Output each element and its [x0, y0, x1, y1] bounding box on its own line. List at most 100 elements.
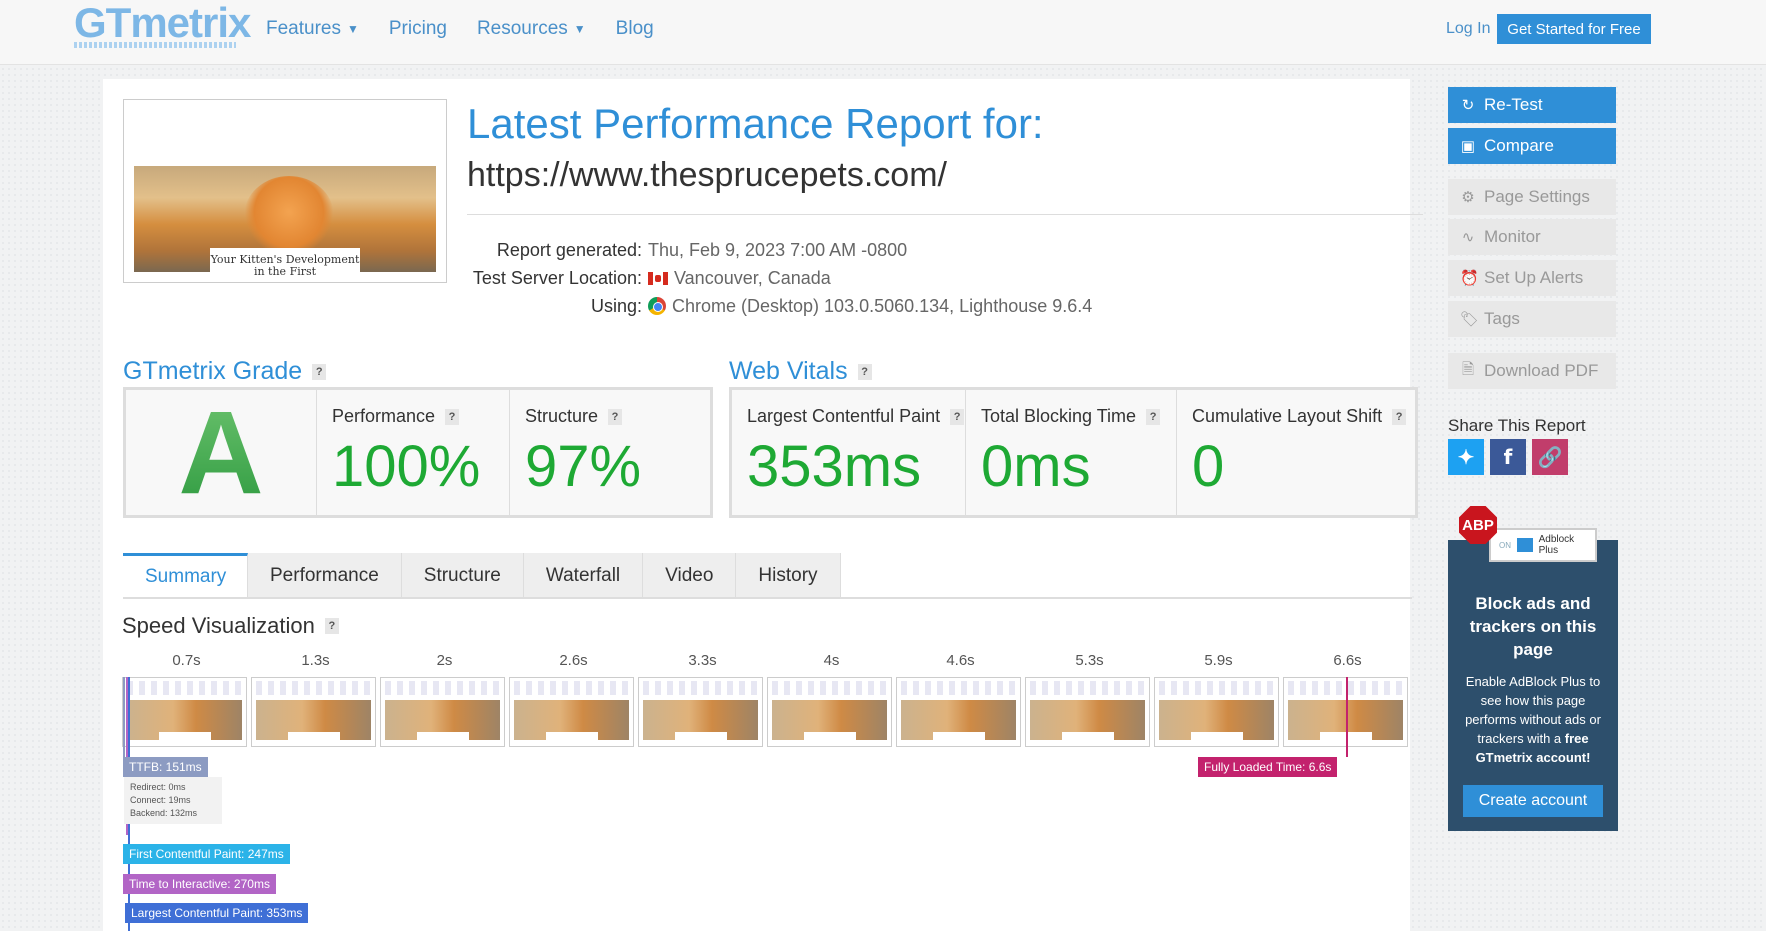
- tab-waterfall[interactable]: Waterfall: [523, 553, 644, 598]
- adblock-promo: Block ads and trackers on this page Enab…: [1448, 540, 1618, 831]
- filmstrip-frame[interactable]: [509, 677, 634, 747]
- tab-history[interactable]: History: [736, 553, 841, 598]
- browser-info: Chrome (Desktop) 103.0.5060.134, Lightho…: [672, 296, 1093, 316]
- tab-underline: [123, 597, 1412, 599]
- filmstrip: [122, 677, 1412, 747]
- page-screenshot-thumbnail[interactable]: Your Kitten's Development in the First: [123, 99, 447, 283]
- nav-features[interactable]: Features ▼: [266, 18, 359, 40]
- meta-label: Test Server Location:: [472, 268, 642, 288]
- facebook-icon: f: [1503, 445, 1513, 469]
- meta-value: Vancouver, Canada: [648, 264, 831, 292]
- help-icon[interactable]: ?: [857, 363, 872, 380]
- filmstrip-frame[interactable]: [1025, 677, 1150, 747]
- set-up-alerts-button[interactable]: ⏰ Set Up Alerts: [1448, 260, 1616, 296]
- adblock-plus-label: Adblock Plus: [1538, 534, 1575, 556]
- lcp-metric: Largest Contentful Paint? 353ms: [732, 390, 966, 515]
- tags-button[interactable]: 🏷 Tags: [1448, 301, 1616, 337]
- meta-label: Using:: [590, 296, 642, 316]
- nav-pricing[interactable]: Pricing: [389, 18, 447, 40]
- monitor-button[interactable]: ∿ Monitor: [1448, 219, 1616, 255]
- structure-value: 97%: [525, 434, 642, 499]
- performance-label: Performance: [332, 406, 436, 426]
- frame-timestamps: 0.7s 1.3s 2s 2.6s 3.3s 4s 4.6s 5.3s 5.9s…: [122, 652, 1412, 669]
- structure-metric: Structure? 97%: [510, 390, 705, 515]
- meta-row-location: Test Server Location: Vancouver, Canada: [460, 264, 1092, 292]
- create-account-button[interactable]: Create account: [1463, 785, 1603, 817]
- web-vitals-box: Largest Contentful Paint? 353ms Total Bl…: [729, 387, 1418, 518]
- meta-row-generated: Report generated: Thu, Feb 9, 2023 7:00 …: [460, 236, 1092, 264]
- retest-button[interactable]: ↻ Re-Test: [1448, 87, 1616, 123]
- main-nav: Features ▼ Pricing Resources ▼ Blog: [266, 18, 654, 40]
- tab-video[interactable]: Video: [643, 553, 737, 598]
- help-icon[interactable]: ?: [1392, 408, 1407, 425]
- lcp-marker: Largest Contentful Paint: 353ms: [125, 903, 309, 923]
- refresh-icon: ↻: [1461, 97, 1475, 114]
- alerts-label: Set Up Alerts: [1484, 268, 1584, 287]
- frame-time: 5.9s: [1204, 652, 1233, 669]
- meta-row-using: Using: Chrome (Desktop) 103.0.5060.134, …: [460, 292, 1092, 320]
- facebook-share-button[interactable]: f: [1490, 439, 1526, 475]
- nav-resources[interactable]: Resources ▼: [477, 18, 586, 40]
- frame-time: 4.6s: [946, 652, 975, 669]
- frame-time: 2.6s: [559, 652, 588, 669]
- filmstrip-frame[interactable]: [251, 677, 376, 747]
- frame-time: 3.3s: [688, 652, 717, 669]
- twitter-icon: ✦: [1457, 446, 1475, 469]
- help-icon[interactable]: ?: [950, 408, 965, 425]
- tab-performance[interactable]: Performance: [248, 553, 402, 598]
- download-pdf-button[interactable]: 🗎 Download PDF: [1448, 353, 1616, 389]
- help-icon[interactable]: ?: [608, 408, 623, 425]
- tag-icon: 🏷: [1460, 311, 1480, 328]
- cls-value: 0: [1192, 434, 1225, 499]
- share-heading: Share This Report: [1448, 416, 1586, 435]
- performance-metric: Performance? 100%: [317, 390, 510, 515]
- report-url[interactable]: https://www.thesprucepets.com/: [467, 156, 947, 195]
- nav-blog-label: Blog: [615, 18, 654, 39]
- twitter-share-button[interactable]: ✦: [1448, 439, 1484, 475]
- help-icon[interactable]: ?: [324, 618, 339, 634]
- filmstrip-frame[interactable]: [767, 677, 892, 747]
- help-icon[interactable]: ?: [445, 408, 460, 425]
- gtmetrix-logo[interactable]: GTmetrix: [74, 0, 251, 46]
- nav-blog[interactable]: Blog: [616, 18, 654, 40]
- thumbnail-caption: Your Kitten's Development in the First: [210, 248, 360, 282]
- tab-structure[interactable]: Structure: [401, 553, 524, 598]
- tab-summary[interactable]: Summary: [123, 553, 248, 598]
- link-share-button[interactable]: 🔗: [1532, 439, 1568, 475]
- logo-text: GTmetrix: [74, 0, 251, 46]
- speed-visualization-heading: Speed Visualization ?: [122, 613, 339, 639]
- adblock-headline: Block ads and trackers on this page: [1469, 594, 1597, 659]
- report-tabs: Summary Performance Structure Waterfall …: [123, 553, 841, 598]
- gtmetrix-grade-heading: GTmetrix Grade ?: [123, 357, 327, 386]
- chevron-down-icon: ▼: [346, 22, 359, 36]
- retest-label: Re-Test: [1484, 95, 1543, 114]
- filmstrip-frame[interactable]: [122, 677, 247, 747]
- frame-time: 6.6s: [1333, 652, 1362, 669]
- tbt-metric: Total Blocking Time? 0ms: [966, 390, 1177, 515]
- grade-box: A Performance? 100% Structure? 97%: [123, 387, 713, 519]
- compare-button[interactable]: ▣ Compare: [1448, 128, 1616, 164]
- filmstrip-frame[interactable]: [896, 677, 1021, 747]
- logo-decoration: [74, 42, 236, 48]
- nav-resources-label: Resources: [476, 18, 568, 39]
- alarm-clock-icon: ⏰: [1460, 270, 1479, 287]
- vitals-title: Web Vitals: [729, 357, 848, 385]
- get-started-button[interactable]: Get Started for Free: [1497, 14, 1651, 44]
- filmstrip-frame[interactable]: [638, 677, 763, 747]
- page-settings-button[interactable]: ⚙ Page Settings: [1448, 179, 1616, 215]
- cls-metric: Cumulative Layout Shift? 0: [1177, 390, 1409, 515]
- help-icon[interactable]: ?: [312, 363, 327, 380]
- filmstrip-frame[interactable]: [1154, 677, 1279, 747]
- meta-value: Thu, Feb 9, 2023 7:00 AM -0800: [648, 236, 907, 264]
- help-icon[interactable]: ?: [1146, 408, 1161, 425]
- meta-value: Chrome (Desktop) 103.0.5060.134, Lightho…: [648, 292, 1092, 320]
- adblock-toggle[interactable]: ON Adblock Plus: [1489, 528, 1597, 562]
- filmstrip-frame[interactable]: [380, 677, 505, 747]
- nav-features-label: Features: [266, 18, 341, 39]
- tags-label: Tags: [1484, 309, 1520, 328]
- chrome-icon: [648, 297, 666, 315]
- web-vitals-heading: Web Vitals ?: [729, 357, 872, 386]
- compare-icon: ▣: [1460, 138, 1476, 155]
- login-link[interactable]: Log In: [1446, 20, 1490, 38]
- structure-label: Structure: [525, 406, 599, 426]
